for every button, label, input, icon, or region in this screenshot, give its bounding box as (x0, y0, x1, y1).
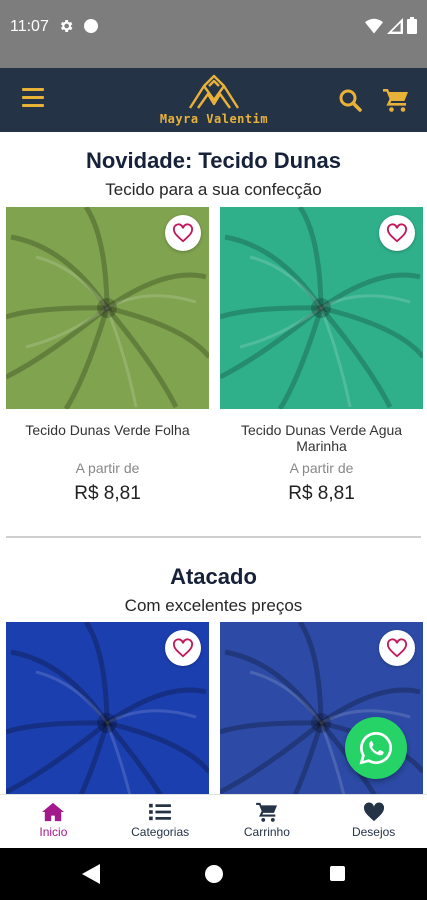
battery-icon (407, 17, 417, 34)
status-indicators (365, 17, 417, 34)
product-card[interactable]: Tecido Dunas Verde Agua Marinha A partir… (220, 207, 423, 507)
favorite-button[interactable] (165, 215, 201, 251)
brand-logo[interactable]: Mayra Valentim (146, 74, 282, 128)
system-navigation-bar (0, 848, 427, 900)
product-image[interactable] (220, 207, 423, 409)
nav-label: Carrinho (243, 825, 290, 839)
menu-icon-bar (22, 88, 44, 91)
cell-signal-icon (387, 17, 403, 34)
settings-gear-icon (60, 20, 73, 32)
logo-text: Mayra Valentim (159, 112, 269, 126)
heart-outline-icon (173, 223, 193, 243)
search-icon[interactable] (338, 88, 362, 112)
bottom-navigation: Inicio Categorias Carrinho Desejos (0, 794, 427, 848)
list-icon (149, 803, 172, 821)
product-image[interactable] (6, 207, 209, 409)
section-subtitle: Com excelentes preços (124, 596, 303, 615)
whatsapp-icon (359, 732, 392, 765)
app-header: Mayra Valentim (0, 68, 427, 132)
nav-label: Categorias (131, 825, 190, 839)
recent-apps-icon[interactable] (330, 866, 345, 881)
product-price: R$ 8,81 (74, 483, 141, 504)
home-button-icon[interactable] (205, 865, 223, 883)
status-time: 11:07 (10, 18, 49, 35)
favorite-button[interactable] (379, 215, 415, 251)
nav-item-inicio[interactable]: Inicio (0, 795, 107, 848)
product-card[interactable]: Tecido Dunas Verde Folha A partir de R$ … (6, 207, 209, 507)
whatsapp-button[interactable] (345, 717, 407, 779)
nav-item-categorias[interactable]: Categorias (107, 795, 214, 848)
nav-item-carrinho[interactable]: Carrinho (214, 795, 321, 848)
section-title: Novidade: Tecido Dunas (85, 148, 342, 173)
wifi-icon (365, 18, 383, 33)
menu-icon-bar (22, 104, 44, 107)
section-title: Atacado (170, 564, 257, 589)
product-card[interactable] (6, 622, 209, 794)
favorite-button[interactable] (379, 630, 415, 666)
heart-icon (363, 802, 384, 822)
home-icon (42, 802, 65, 822)
price-prefix: A partir de (75, 460, 140, 476)
price-prefix: A partir de (289, 460, 354, 476)
status-bar: 11:07 (0, 0, 427, 68)
menu-button[interactable] (22, 88, 44, 112)
heart-outline-icon (173, 638, 193, 658)
cart-icon[interactable] (383, 88, 409, 112)
favorite-button[interactable] (165, 630, 201, 666)
cart-icon (256, 802, 277, 822)
product-image[interactable] (6, 622, 209, 794)
nav-label: Inicio (39, 825, 68, 839)
menu-icon-bar (22, 96, 44, 99)
section-subtitle: Tecido para a sua confecção (105, 180, 322, 199)
logo-mark-icon (188, 74, 240, 109)
nav-label: Desejos (351, 825, 396, 839)
product-name[interactable]: Tecido Dunas Verde Agua Marinha (220, 422, 423, 454)
notification-dot-icon (84, 19, 98, 33)
section-divider (6, 536, 421, 538)
product-name[interactable]: Tecido Dunas Verde Folha (6, 422, 209, 438)
nav-item-desejos[interactable]: Desejos (320, 795, 427, 848)
product-price: R$ 8,81 (288, 483, 355, 504)
heart-outline-icon (387, 223, 407, 243)
heart-outline-icon (387, 638, 407, 658)
back-icon[interactable] (82, 864, 100, 884)
